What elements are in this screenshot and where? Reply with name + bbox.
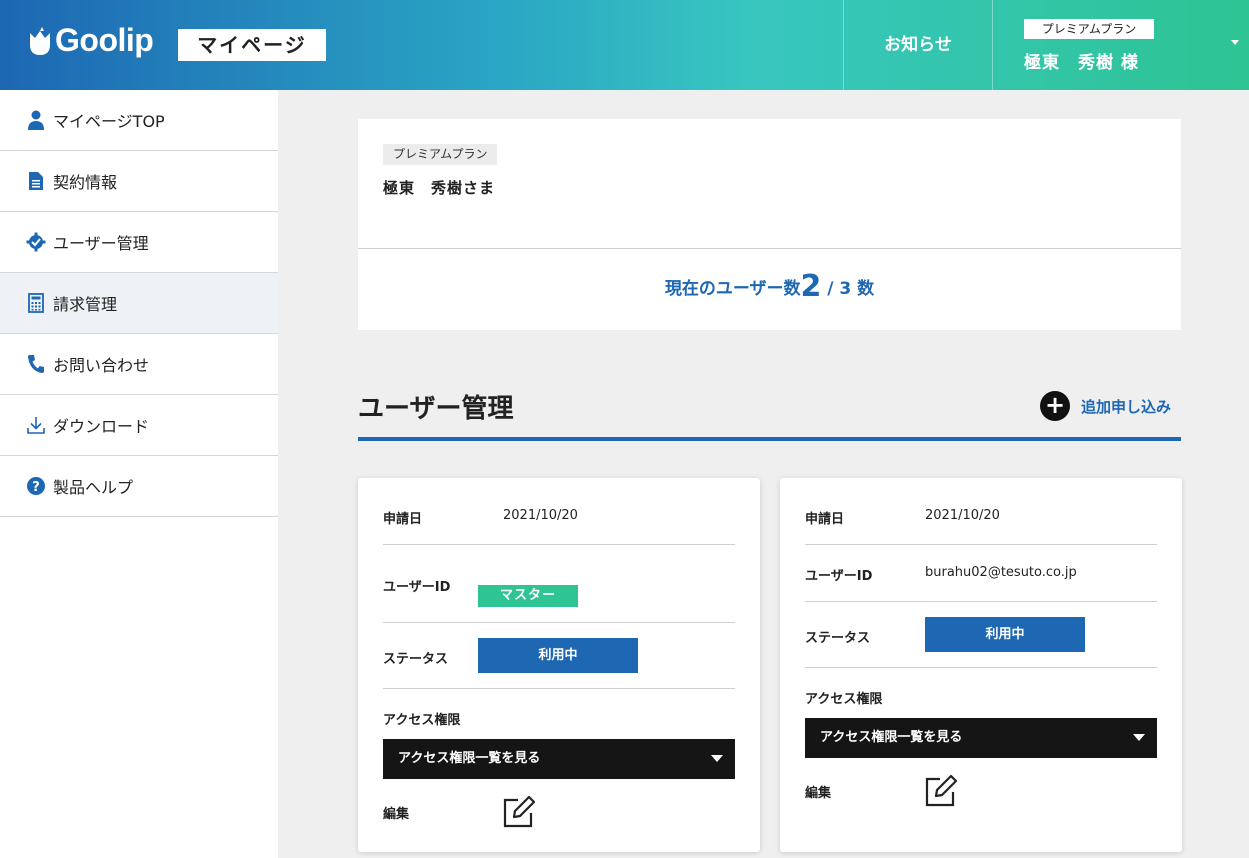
user-count: 現在のユーザー数2 / 3 数	[358, 269, 1181, 304]
access-rights-dropdown-label: アクセス権限一覧を見る	[820, 730, 963, 745]
divider	[805, 667, 1157, 668]
divider	[805, 544, 1157, 545]
sidebar-item-billing[interactable]: 請求管理	[0, 273, 278, 334]
sidebar-item-label: 契約情報	[53, 173, 118, 192]
logo-text: Goolip	[55, 22, 154, 58]
person-icon	[26, 110, 46, 130]
date-value: 2021/10/20	[925, 508, 1000, 523]
sidebar-item-label: ダウンロード	[53, 417, 150, 436]
user-count-current: 2	[800, 269, 822, 304]
date-label: 申請日	[805, 512, 845, 527]
access-label: アクセス権限	[805, 692, 883, 707]
status-button[interactable]: 利用中	[925, 617, 1085, 652]
divider	[358, 248, 1181, 249]
gear-check-icon	[26, 232, 46, 252]
user-count-limit: / 3 数	[821, 279, 875, 299]
help-icon: ?	[26, 476, 46, 496]
date-label: 申請日	[383, 512, 423, 527]
divider	[383, 622, 735, 623]
sidebar-item-label: お問い合わせ	[53, 356, 150, 375]
plan-tag: プレミアムプラン	[1024, 19, 1154, 39]
access-rights-dropdown[interactable]: アクセス権限一覧を見る	[383, 739, 735, 779]
tulip-logo-icon	[28, 25, 52, 57]
account-name: 極東 秀樹さま	[383, 179, 496, 197]
date-value: 2021/10/20	[503, 508, 578, 523]
add-application-button[interactable]: + 追加申し込み	[1040, 391, 1171, 421]
plan-tag: プレミアムプラン	[383, 144, 498, 165]
section-divider	[358, 437, 1181, 441]
plus-icon: +	[1040, 391, 1070, 421]
app-header: Goolip マイページ お知らせ プレミアムプラン 極東 秀樹 様	[0, 0, 1249, 90]
caret-down-icon	[711, 755, 723, 762]
divider	[805, 601, 1157, 602]
sidebar-item-contact[interactable]: お問い合わせ	[0, 334, 278, 395]
divider	[383, 544, 735, 545]
sidebar-item-label: 製品ヘルプ	[53, 478, 134, 497]
document-icon	[26, 171, 46, 191]
add-application-label: 追加申し込み	[1081, 397, 1172, 416]
sidebar-item-label: 請求管理	[53, 295, 118, 314]
status-label: ステータス	[383, 652, 449, 667]
news-link[interactable]: お知らせ	[843, 0, 993, 90]
goolip-logo[interactable]: Goolip	[28, 22, 154, 59]
user-card: 申請日 2021/10/20 ユーザーID burahu02@tesuto.co.j…	[780, 478, 1182, 852]
download-icon	[26, 415, 46, 435]
user-id-label: ユーザーID	[805, 569, 873, 584]
user-count-label: 現在のユーザー数	[664, 279, 801, 299]
edit-icon[interactable]	[501, 794, 537, 830]
caret-down-icon	[1133, 734, 1145, 741]
chevron-down-icon[interactable]	[1231, 40, 1239, 45]
divider	[383, 688, 735, 689]
svg-text:?: ?	[32, 480, 40, 495]
user-id-value: burahu02@tesuto.co.jp	[925, 565, 1077, 580]
access-rights-dropdown[interactable]: アクセス権限一覧を見る	[805, 718, 1157, 758]
edit-label: 編集	[383, 807, 410, 822]
mypage-badge: マイページ	[178, 29, 326, 61]
access-label: アクセス権限	[383, 713, 461, 728]
sidebar: マイページTOP 契約情報 ユーザー管理 請求管理 お問い合わせ ダウンロード …	[0, 90, 278, 858]
sidebar-item-download[interactable]: ダウンロード	[0, 395, 278, 456]
account-summary: プレミアムプラン 極東 秀樹さま 現在のユーザー数2 / 3 数	[358, 119, 1181, 330]
calculator-icon	[26, 293, 46, 313]
phone-icon	[26, 354, 46, 374]
page-title: ユーザー管理	[358, 394, 514, 424]
sidebar-item-label: ユーザー管理	[53, 234, 149, 253]
master-badge: マスター	[478, 585, 578, 607]
sidebar-item-user-management[interactable]: ユーザー管理	[0, 212, 278, 273]
sidebar-item-mypage-top[interactable]: マイページTOP	[0, 90, 278, 151]
edit-label: 編集	[805, 786, 832, 801]
sidebar-item-contract[interactable]: 契約情報	[0, 151, 278, 212]
sidebar-item-label: マイページTOP	[53, 112, 165, 131]
sidebar-item-help[interactable]: ? 製品ヘルプ	[0, 456, 278, 517]
access-rights-dropdown-label: アクセス権限一覧を見る	[398, 751, 541, 766]
status-button[interactable]: 利用中	[478, 638, 638, 673]
user-card: 申請日 2021/10/20 ユーザーID マスター ステータス 利用中 アクセス…	[358, 478, 760, 852]
user-name: 極東 秀樹 様	[1024, 53, 1139, 73]
edit-icon[interactable]	[923, 773, 959, 809]
status-label: ステータス	[805, 631, 871, 646]
user-menu[interactable]: プレミアムプラン 極東 秀樹 様	[994, 0, 1249, 90]
user-id-label: ユーザーID	[383, 580, 451, 595]
